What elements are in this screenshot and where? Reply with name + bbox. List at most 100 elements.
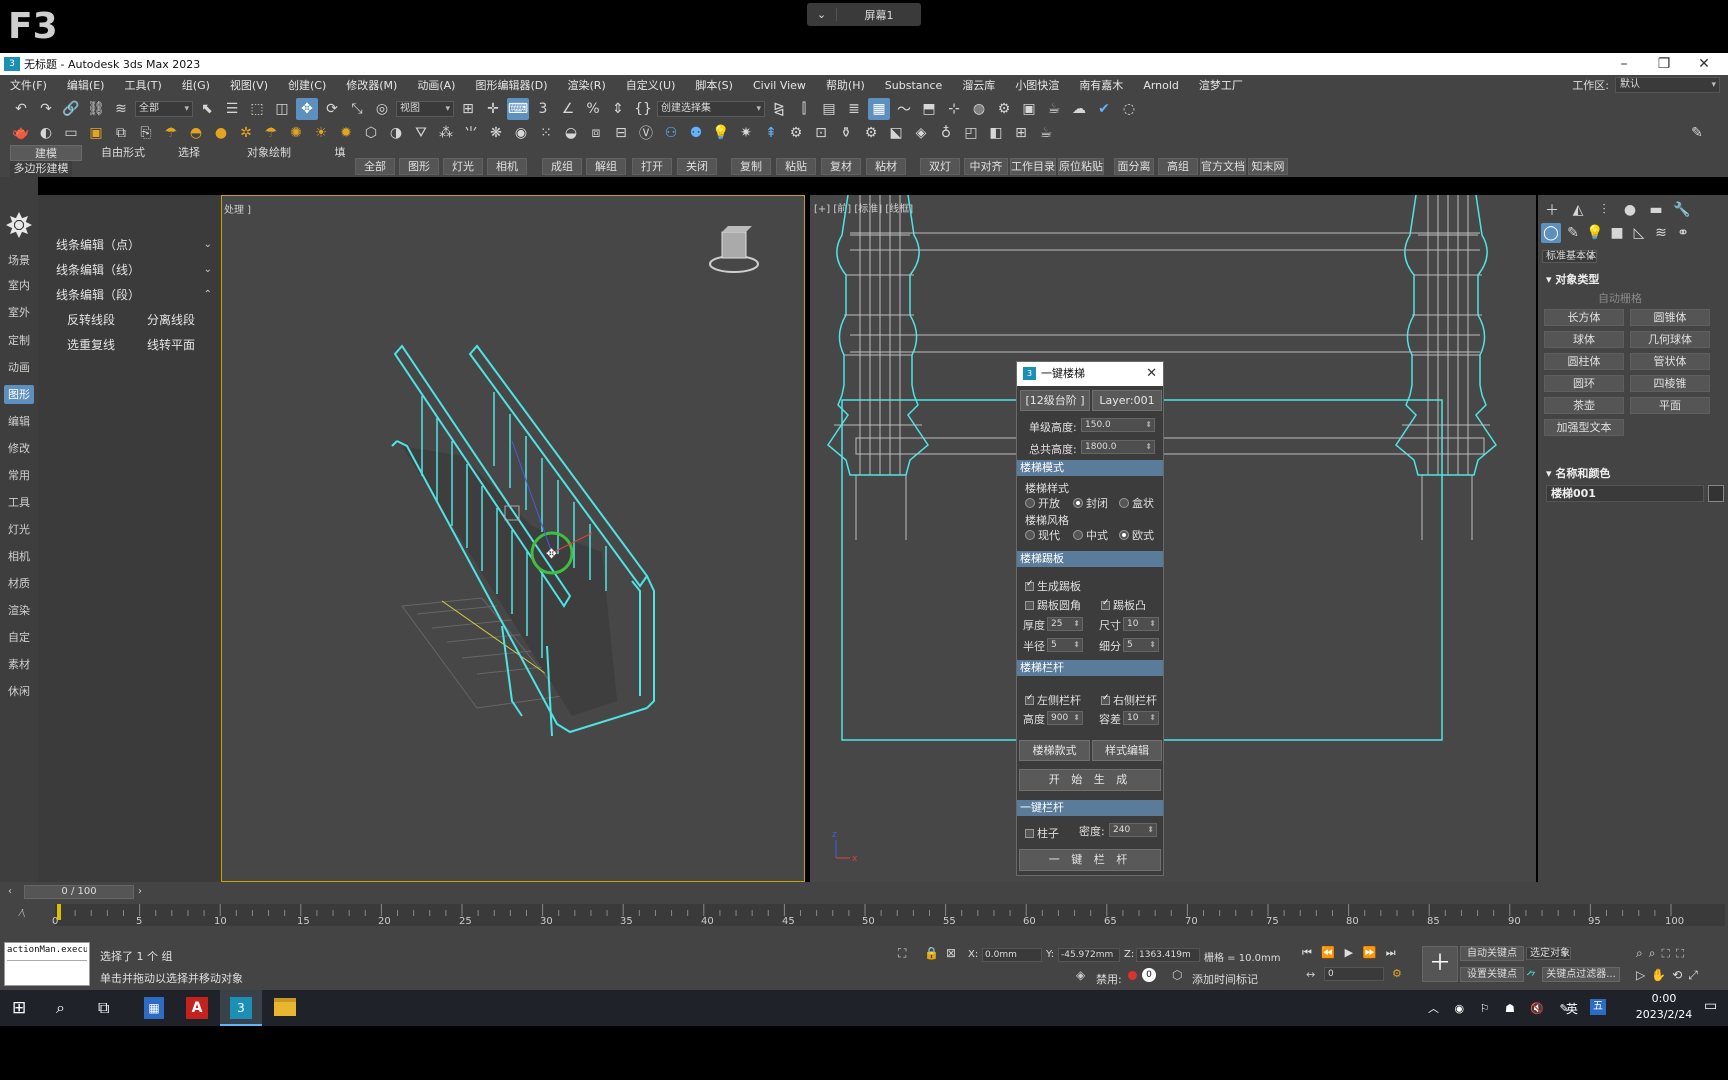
key-filters-button[interactable]: 关键点过滤器...: [1542, 967, 1620, 982]
rect-selection-icon[interactable]: ⬚: [246, 98, 268, 120]
tab-freeform[interactable]: 自由形式: [84, 145, 162, 161]
quick-button-docs[interactable]: 官方文档: [1200, 158, 1246, 175]
rail-item-leisure[interactable]: 休闲: [4, 682, 34, 701]
angle-snap-icon[interactable]: ∠: [557, 98, 579, 120]
dialog-header[interactable]: 3 一键楼梯 ✕: [1017, 362, 1163, 386]
system-tray-icons[interactable]: ︿ ◉ ⚐ ☗ 🔇 ✎: [1428, 1000, 1575, 1016]
online-icon[interactable]: ◌: [1118, 98, 1140, 120]
spark-icon[interactable]: ✷: [735, 122, 757, 144]
umbrella-icon[interactable]: ☂: [160, 122, 182, 144]
line-to-plane-button[interactable]: 线转平面: [136, 335, 206, 355]
menu-item[interactable]: 修改器(M): [336, 77, 407, 93]
spline-row-segment[interactable]: 线条编辑（线） ⌄: [56, 260, 212, 280]
time-slider[interactable]: 0 / 100: [24, 885, 134, 899]
viewport-front[interactable]: [+] [前] [标准] [线框] z x: [810, 195, 1536, 882]
radio-open[interactable]: [1025, 498, 1035, 508]
style-option-box[interactable]: 盒状: [1113, 495, 1154, 511]
tab-modeling[interactable]: 建模: [10, 145, 82, 161]
bulb-icon[interactable]: 💡: [710, 122, 732, 144]
rail-item-interior[interactable]: 室内: [4, 276, 34, 295]
menu-item[interactable]: 脚本(S): [685, 77, 743, 93]
rail-item-scene[interactable]: 场景: [4, 251, 34, 270]
quick-button-group[interactable]: 成组: [542, 158, 582, 175]
menu-item[interactable]: 工具(T): [114, 77, 171, 93]
window-icon[interactable]: ◰: [960, 122, 982, 144]
proxy-icon[interactable]: ⬡: [360, 122, 382, 144]
ies-icon[interactable]: ✲: [235, 122, 257, 144]
quick-button-double-light[interactable]: 双灯: [920, 158, 960, 175]
select-manipulate-icon[interactable]: ✛: [482, 98, 504, 120]
rail-item-cameras[interactable]: 相机: [4, 547, 34, 566]
tree-icon[interactable]: ⇞: [760, 122, 782, 144]
window-crossing-icon[interactable]: ◫: [271, 98, 293, 120]
radio-closed[interactable]: [1073, 498, 1083, 508]
playback-controls[interactable]: ⏮ ⏪ ▶ ⏩ ⏭: [1302, 946, 1399, 960]
modify-tab-icon[interactable]: ◭: [1567, 199, 1589, 221]
create-geosphere-button[interactable]: 几何球体: [1630, 331, 1710, 348]
object-name-field[interactable]: 楼梯001: [1546, 485, 1704, 502]
windows-start-icon[interactable]: ⊞: [12, 998, 26, 1018]
create-sphere-button[interactable]: 球体: [1544, 331, 1624, 348]
steps-tag-button[interactable]: [12级台阶 ]: [1020, 390, 1090, 411]
quick-button-detach-faces[interactable]: 面分离: [1114, 158, 1154, 175]
bulb-outline-icon[interactable]: ♁: [935, 122, 957, 144]
rollout-object-type[interactable]: ▾ 对象类型: [1546, 271, 1599, 287]
rail-item-assets[interactable]: 素材: [4, 655, 34, 674]
render-elements-icon[interactable]: ◒: [560, 122, 582, 144]
frame-icon[interactable]: ⬕: [885, 122, 907, 144]
dope-sheet-icon[interactable]: ⬒: [918, 98, 940, 120]
quick-button-paste[interactable]: 粘贴: [776, 158, 816, 175]
display-tab-icon[interactable]: ▬: [1645, 199, 1667, 221]
total-height-spinner[interactable]: 1800.0: [1081, 440, 1155, 454]
post-checkbox[interactable]: 柱子: [1025, 825, 1059, 841]
one-key-rail-button[interactable]: 一 键 栏 杆: [1019, 849, 1161, 871]
mirror-icon[interactable]: ⧎: [768, 98, 790, 120]
quick-button-workdir[interactable]: 工作目录: [1010, 158, 1056, 175]
world-icon[interactable]: ◈: [1076, 968, 1085, 982]
menu-item[interactable]: 图形编辑器(D): [465, 77, 557, 93]
scale-icon[interactable]: ⤡: [346, 98, 368, 120]
menu-item[interactable]: 创建(C): [278, 77, 336, 93]
sky-icon[interactable]: ◑: [385, 122, 407, 144]
ribbon-toggle-icon[interactable]: ▦: [868, 97, 890, 120]
segments-spinner[interactable]: 5: [1123, 638, 1159, 652]
create-pyramid-button[interactable]: 四棱锥: [1630, 375, 1710, 392]
layer-explorer-icon[interactable]: ≣: [843, 98, 865, 120]
menu-item[interactable]: 溜云库: [952, 77, 1005, 93]
sun-icon[interactable]: ✺: [285, 122, 307, 144]
tab-selection[interactable]: 选择: [164, 145, 214, 161]
quick-button-lights[interactable]: 灯光: [443, 158, 483, 175]
teapot-icon[interactable]: 🫖: [10, 122, 32, 144]
radio-chinese[interactable]: [1073, 530, 1083, 540]
tripod-icon[interactable]: ⛛: [410, 122, 432, 144]
rail-item-tools[interactable]: 工具: [4, 493, 34, 512]
close-icon[interactable]: ✕: [1146, 362, 1157, 386]
radio-modern[interactable]: [1025, 530, 1035, 540]
rail-item-lights[interactable]: 灯光: [4, 520, 34, 539]
dome-icon[interactable]: ◓: [185, 122, 207, 144]
create-teapot-button[interactable]: 茶壶: [1544, 397, 1624, 414]
notification-icon[interactable]: ▭: [1704, 998, 1717, 1014]
checkbox[interactable]: [1025, 693, 1034, 705]
style-edit-button[interactable]: 样式编辑: [1092, 740, 1162, 761]
quick-button-close[interactable]: 关闭: [677, 158, 717, 175]
gear-small-icon[interactable]: ⚙: [860, 122, 882, 144]
group-icon[interactable]: ▣: [85, 122, 107, 144]
lock-icon[interactable]: 🔒: [924, 946, 939, 960]
nav-zoom-icons[interactable]: ⌕⌕⛶⛶: [1636, 946, 1690, 961]
input-lang[interactable]: 英: [1566, 1000, 1578, 1017]
style-option-open[interactable]: 开放: [1019, 495, 1060, 511]
add-time-tag[interactable]: 添加时间标记: [1192, 971, 1258, 987]
autogrid-checkbox[interactable]: 自动栅格: [1598, 290, 1642, 306]
create-plane-button[interactable]: 平面: [1630, 397, 1710, 414]
generate-button[interactable]: 开 始 生 成: [1019, 769, 1161, 791]
scene-explorer-icon[interactable]: ▤: [818, 98, 840, 120]
3dsmax-app-icon[interactable]: 3: [230, 997, 252, 1019]
bottle-icon[interactable]: ⚱: [835, 122, 857, 144]
create-box-button[interactable]: 长方体: [1544, 309, 1624, 326]
quick-button-paste-in-place[interactable]: 原位粘贴: [1058, 158, 1104, 175]
material-editor-icon[interactable]: ◍: [968, 98, 990, 120]
screen-selector[interactable]: ⌄ 屏幕1: [807, 3, 921, 26]
maximize-icon[interactable]: ❐: [1644, 53, 1684, 75]
rail-item-common[interactable]: 常用: [4, 466, 34, 485]
